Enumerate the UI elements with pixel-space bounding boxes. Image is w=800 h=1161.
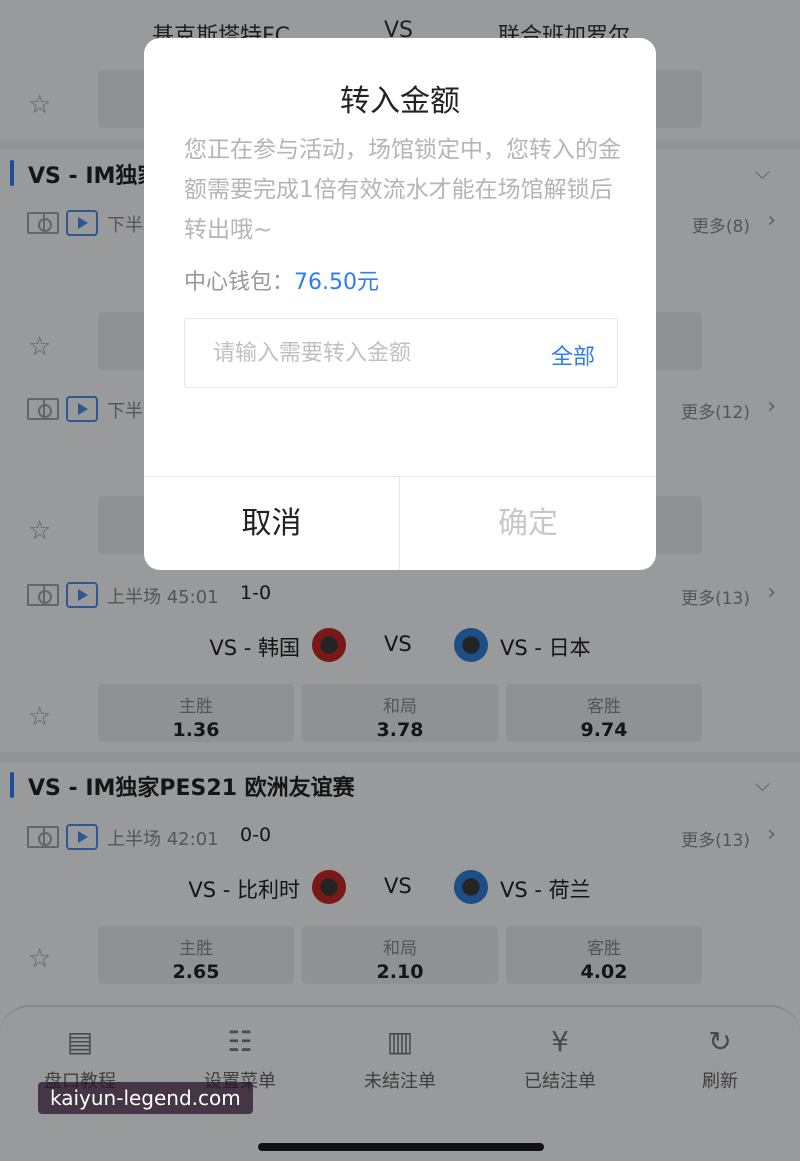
- dialog-title: 转入金额: [340, 84, 460, 119]
- home-indicator[interactable]: [258, 1143, 544, 1151]
- watermark: kaiyun-legend.com: [38, 1082, 253, 1114]
- transfer-amount-dialog: 转入金额 您正在参与活动，场馆锁定中，您转入的金额需要完成1倍有效流水才能在场馆…: [144, 38, 656, 570]
- all-amount-button[interactable]: 全部: [551, 339, 595, 371]
- dialog-description: 您正在参与活动，场馆锁定中，您转入的金额需要完成1倍有效流水才能在场馆解锁后转出…: [184, 137, 621, 243]
- dialog-buttons: 取消 确定: [144, 476, 656, 570]
- wallet-amount: 76.50元: [294, 270, 379, 295]
- cancel-button[interactable]: 取消: [144, 477, 400, 570]
- amount-input-box: 全部: [184, 318, 618, 388]
- wallet-label: 中心钱包：: [184, 270, 295, 295]
- confirm-button[interactable]: 确定: [400, 477, 656, 570]
- wallet-balance: 中心钱包：76.50元: [184, 264, 379, 296]
- transfer-amount-input[interactable]: [185, 319, 515, 387]
